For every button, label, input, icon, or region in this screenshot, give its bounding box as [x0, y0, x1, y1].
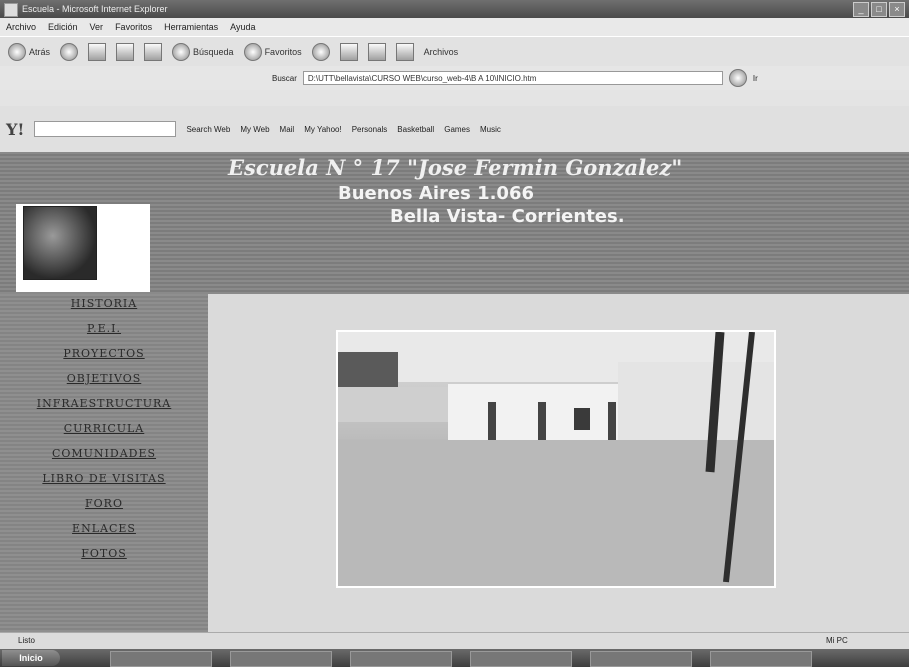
- ie-icon: [4, 3, 18, 17]
- mail-icon[interactable]: [339, 42, 358, 61]
- nav-libro-de-visitas[interactable]: LIBRO DE VISITAS: [0, 472, 208, 485]
- menu-edicion[interactable]: Edición: [48, 18, 78, 36]
- yahoo-my-yahoo[interactable]: My Yahoo!: [304, 125, 342, 134]
- status-bar: [0, 632, 909, 650]
- minimize-button[interactable]: _: [853, 2, 869, 17]
- yahoo-games[interactable]: Games: [444, 125, 470, 134]
- favorites-button[interactable]: Favoritos: [243, 42, 302, 61]
- nav-comunidades[interactable]: COMUNIDADES: [0, 447, 208, 460]
- menu-ver[interactable]: Ver: [90, 18, 104, 36]
- menu-ayuda[interactable]: Ayuda: [230, 18, 255, 36]
- print-icon[interactable]: [367, 42, 386, 61]
- search-icon: [172, 42, 191, 61]
- home-icon[interactable]: [144, 42, 163, 61]
- photo-building-right: [618, 362, 774, 452]
- nav-fotos[interactable]: FOTOS: [0, 547, 208, 560]
- photo-building-left: [338, 387, 458, 422]
- yahoo-search-input[interactable]: [34, 121, 177, 137]
- back-arrow-icon: [8, 42, 26, 61]
- forward-arrow-icon[interactable]: [60, 42, 79, 61]
- yahoo-logo[interactable]: Y!: [6, 120, 24, 139]
- yahoo-basketball[interactable]: Basketball: [397, 125, 434, 134]
- photo-column: [488, 402, 496, 442]
- photo-column: [538, 402, 546, 442]
- nav-pei[interactable]: P.E.I.: [0, 322, 208, 335]
- school-city: Bella Vista- Corrientes.: [390, 206, 625, 227]
- stop-icon[interactable]: [88, 42, 107, 61]
- taskbar-item[interactable]: [230, 651, 332, 667]
- standard-toolbar: Atrás Búsqueda Favoritos Archivos: [0, 36, 909, 66]
- taskbar-item[interactable]: [110, 651, 212, 667]
- nav-infraestructura[interactable]: INFRAESTRUCTURA: [0, 397, 208, 410]
- school-address: Buenos Aires 1.066: [338, 183, 535, 204]
- nav-enlaces[interactable]: ENLACES: [0, 522, 208, 535]
- star-icon: [243, 42, 262, 61]
- school-building-image: [338, 332, 774, 586]
- yahoo-personals[interactable]: Personals: [352, 125, 388, 134]
- start-button[interactable]: Inicio: [2, 650, 60, 666]
- back-button[interactable]: Atrás: [8, 42, 50, 61]
- refresh-icon[interactable]: [116, 42, 135, 61]
- address-bar: Buscar Ir: [0, 66, 909, 90]
- window-controls: _ □ ×: [853, 2, 905, 17]
- links-bar: [0, 90, 909, 106]
- yahoo-music[interactable]: Music: [480, 125, 501, 134]
- photo-trees: [338, 352, 398, 387]
- nav-foro[interactable]: FORO: [0, 497, 208, 510]
- nav-curricula[interactable]: CURRICULA: [0, 422, 208, 435]
- nav-objetivos[interactable]: OBJETIVOS: [0, 372, 208, 385]
- close-button[interactable]: ×: [889, 2, 905, 17]
- menu-archivo[interactable]: Archivo: [6, 18, 36, 36]
- history-icon[interactable]: [311, 42, 330, 61]
- nav-historia[interactable]: HISTORIA: [0, 297, 208, 310]
- go-button[interactable]: Ir: [753, 74, 758, 83]
- taskbar-item[interactable]: [350, 651, 452, 667]
- address-search-label[interactable]: Buscar: [272, 74, 297, 83]
- messenger-icon[interactable]: [395, 42, 414, 61]
- maximize-button[interactable]: □: [871, 2, 887, 17]
- yahoo-toolbar: Y! Search Web My Web Mail My Yahoo! Pers…: [0, 106, 909, 152]
- go-arrow-icon[interactable]: [728, 69, 747, 87]
- menu-bar: Archivo Edición Ver Favoritos Herramient…: [0, 18, 909, 36]
- window-title: Escuela - Microsoft Internet Explorer: [22, 4, 168, 14]
- yahoo-my-web[interactable]: My Web: [240, 125, 269, 134]
- address-input[interactable]: [302, 71, 723, 85]
- search-button[interactable]: Búsqueda: [172, 42, 234, 61]
- taskbar-item[interactable]: [470, 651, 572, 667]
- taskbar-item[interactable]: [710, 651, 812, 667]
- sidebar-nav: HISTORIA P.E.I. PROYECTOS OBJETIVOS INFR…: [0, 294, 208, 632]
- status-text: Listo: [18, 636, 35, 645]
- files-button[interactable]: Archivos: [424, 47, 459, 57]
- taskbar-item[interactable]: [590, 651, 692, 667]
- yahoo-search-web[interactable]: Search Web: [186, 125, 230, 134]
- school-photo: [338, 332, 774, 586]
- yahoo-mail[interactable]: Mail: [280, 125, 295, 134]
- school-logo: [23, 206, 97, 280]
- menu-favoritos[interactable]: Favoritos: [115, 18, 152, 36]
- menu-herramientas[interactable]: Herramientas: [164, 18, 218, 36]
- nav-proyectos[interactable]: PROYECTOS: [0, 347, 208, 360]
- security-zone: Mi PC: [826, 636, 848, 645]
- window-titlebar[interactable]: Escuela - Microsoft Internet Explorer: [0, 0, 909, 18]
- school-name: Escuela N ° 17 "Jose Fermin Gonzalez": [228, 155, 683, 180]
- photo-window: [574, 408, 590, 430]
